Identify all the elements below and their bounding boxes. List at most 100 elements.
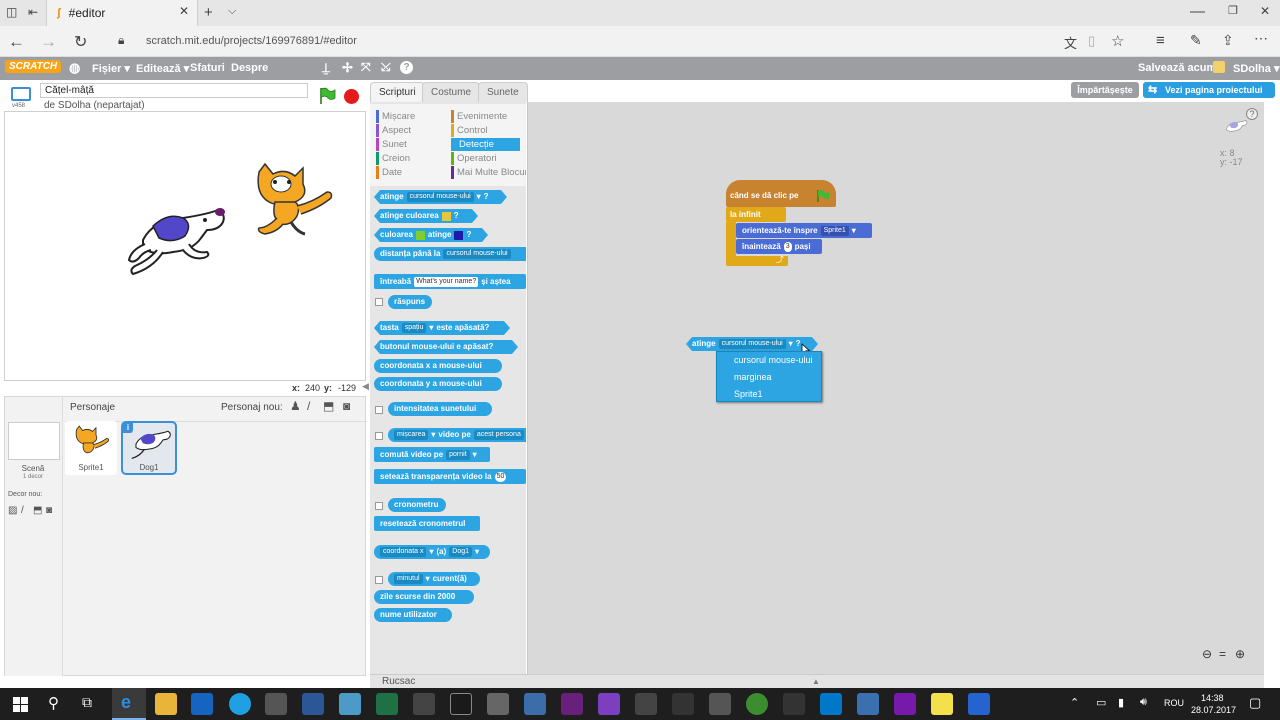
store-icon[interactable] xyxy=(265,693,287,715)
block-days-since-2000[interactable]: zile scurse din 2000 xyxy=(374,590,474,604)
category-looks[interactable]: Aspect xyxy=(376,124,411,137)
scratch-logo[interactable]: SCRATCH xyxy=(5,60,62,73)
volume-icon[interactable]: 🔊︎ xyxy=(1140,696,1147,709)
project-title-input[interactable]: Cățel-mâță xyxy=(40,83,308,98)
zoom-in-icon[interactable]: ⊕ xyxy=(1235,647,1245,661)
backdrop-library-icon[interactable]: ▨ xyxy=(8,505,17,516)
block-point-towards[interactable]: orientează-te înspre Sprite1 ▾ xyxy=(736,223,872,238)
chevron-down-icon[interactable]: ⌵ xyxy=(228,5,236,18)
tab-sounds[interactable]: Sunete xyxy=(478,82,528,102)
tray-chevron-up-icon[interactable]: ⌃ xyxy=(1070,696,1079,709)
clock-time[interactable]: 14:38 xyxy=(1201,693,1224,703)
new-tab-icon[interactable]: + xyxy=(204,4,213,21)
network-icon[interactable]: ▭ xyxy=(1096,696,1106,709)
refresh-icon[interactable]: ↻ xyxy=(74,32,87,52)
url-field[interactable]: scratch.mit.edu/projects/169976891/#edit… xyxy=(146,35,357,47)
expand-up-icon[interactable]: ▲ xyxy=(812,675,820,689)
todo-icon[interactable] xyxy=(968,693,990,715)
kindle-icon[interactable] xyxy=(487,693,509,715)
camera-sprite-icon[interactable]: ◙ xyxy=(343,399,350,413)
block-touching-color[interactable]: atinge culoarea? xyxy=(374,209,478,223)
category-data[interactable]: Date xyxy=(376,166,402,179)
block-answer[interactable]: răspuns xyxy=(388,295,432,309)
close-tab-icon[interactable]: ✕ xyxy=(179,4,189,18)
stop-icon[interactable] xyxy=(344,89,359,104)
upload-sprite-icon[interactable]: ⬒ xyxy=(323,399,334,413)
tab-scripts[interactable]: Scripturi xyxy=(370,82,425,103)
search-icon[interactable]: ⚲ xyxy=(48,694,59,712)
dropdown-option-mouse-pointer[interactable]: cursorul mouse-ului xyxy=(717,352,821,369)
zoom-reset-icon[interactable]: = xyxy=(1219,647,1226,661)
cat-sprite[interactable] xyxy=(251,162,337,238)
tab-costumes[interactable]: Costume xyxy=(422,82,481,102)
block-distance-to[interactable]: distanța până la cursorul mouse-ului xyxy=(374,247,526,261)
save-now-link[interactable]: Salvează acum xyxy=(1138,62,1216,74)
forward-icon[interactable]: → xyxy=(40,32,57,52)
dog-sprite[interactable] xyxy=(123,200,229,280)
block-mouse-y[interactable]: coordonata y a mouse-ului xyxy=(374,377,502,391)
menu-file[interactable]: Fișier ▾ xyxy=(92,62,130,75)
block-mouse-x[interactable]: coordonata x a mouse-ului xyxy=(374,359,502,373)
calculator-icon[interactable] xyxy=(413,693,435,715)
sprite-library-icon[interactable]: ♟ xyxy=(290,399,301,413)
web-note-icon[interactable]: ✎ xyxy=(1190,32,1202,49)
skype-icon[interactable] xyxy=(229,693,251,715)
backpack-bar[interactable]: Rucsac ▲ xyxy=(370,674,1264,688)
task-view-icon[interactable]: ⧉ xyxy=(82,694,92,711)
close-window-icon[interactable]: ✕ xyxy=(1260,4,1270,18)
word-icon[interactable] xyxy=(302,693,324,715)
paint-sprite-icon[interactable]: / xyxy=(307,399,310,413)
game-app-icon[interactable] xyxy=(635,693,657,715)
outlook-icon[interactable] xyxy=(191,693,213,715)
user-menu[interactable]: SDolha ▾ xyxy=(1233,62,1279,75)
block-touching[interactable]: atinge cursorul mouse-ului ▾? xyxy=(374,190,507,204)
category-sensing[interactable]: Detecție xyxy=(451,138,520,151)
block-ask-and-wait[interactable]: întreabă What's your name? și aștea xyxy=(374,274,526,289)
tools-icon[interactable] xyxy=(709,693,731,715)
visual-studio-icon[interactable] xyxy=(561,693,583,715)
block-set-video-transparency[interactable]: setează transparența video la 50 xyxy=(374,469,526,484)
clock-date[interactable]: 28.07.2017 xyxy=(1191,705,1236,715)
block-key-pressed[interactable]: tasta spațiu ▾ este apăsată? xyxy=(374,321,510,335)
translate-icon[interactable]: ⽂ xyxy=(1064,33,1077,52)
see-project-page-button[interactable]: ⇆ Vezi pagina proiectului xyxy=(1143,82,1275,98)
infinity-app-icon[interactable] xyxy=(672,693,694,715)
taskbar-edge-active[interactable]: e xyxy=(112,688,146,720)
back-icon[interactable]: ← xyxy=(8,32,25,52)
block-current-time[interactable]: minutul ▾ curent(ă) xyxy=(388,572,480,586)
zoom-out-icon[interactable]: ⊖ xyxy=(1202,647,1212,661)
sprite-thumb-dog1[interactable]: i Dog1 xyxy=(121,421,177,475)
duplicate-stamp-icon[interactable]: ⍊ xyxy=(322,60,330,76)
block-when-flag-clicked[interactable]: când se dă clic pe xyxy=(726,180,836,207)
collapse-stage-icon[interactable]: ◀ xyxy=(362,381,369,392)
category-control[interactable]: Control xyxy=(451,124,488,137)
app-icon[interactable] xyxy=(339,693,361,715)
blue-app-icon[interactable] xyxy=(820,693,842,715)
checkbox-current[interactable] xyxy=(375,576,383,584)
category-more-blocks[interactable]: Mai Multe Blocuri xyxy=(451,166,526,179)
notifications-icon[interactable]: ▢ xyxy=(1249,695,1261,711)
reading-view-icon[interactable]: ▯ xyxy=(1088,33,1095,49)
grow-icon[interactable]: ⤧ xyxy=(361,60,371,75)
sprite-thumb-sprite1[interactable]: Sprite1 xyxy=(65,421,117,475)
block-loudness[interactable]: intensitatea sunetului xyxy=(388,402,492,416)
fullscreen-icon[interactable] xyxy=(11,87,31,101)
tab-preview-icon[interactable]: ◫ xyxy=(6,5,17,19)
share-button[interactable]: Împărtășește xyxy=(1071,82,1139,98)
block-color-touching[interactable]: culoarea atinge? xyxy=(374,228,488,242)
help-icon[interactable]: ? xyxy=(400,61,413,74)
hub-icon[interactable]: ≡ xyxy=(1156,32,1165,49)
checkbox-answer[interactable] xyxy=(375,298,383,306)
menu-edit[interactable]: Editează ▾ xyxy=(136,62,189,75)
file-explorer-icon[interactable] xyxy=(155,693,177,715)
backdrop-upload-icon[interactable]: ⬒ xyxy=(33,505,42,516)
block-video-motion[interactable]: mișcarea ▾ video pe acest persona xyxy=(388,428,526,442)
onenote-icon[interactable] xyxy=(894,693,916,715)
sticky-notes-icon[interactable] xyxy=(931,693,953,715)
green-app-icon[interactable] xyxy=(746,693,768,715)
checkbox-loudness[interactable] xyxy=(375,406,383,414)
dropdown-option-edge[interactable]: marginea xyxy=(717,369,821,386)
language-globe-icon[interactable]: ◍ xyxy=(69,60,80,76)
menu-tips[interactable]: Sfaturi xyxy=(190,62,225,74)
category-sound[interactable]: Sunet xyxy=(376,138,407,151)
